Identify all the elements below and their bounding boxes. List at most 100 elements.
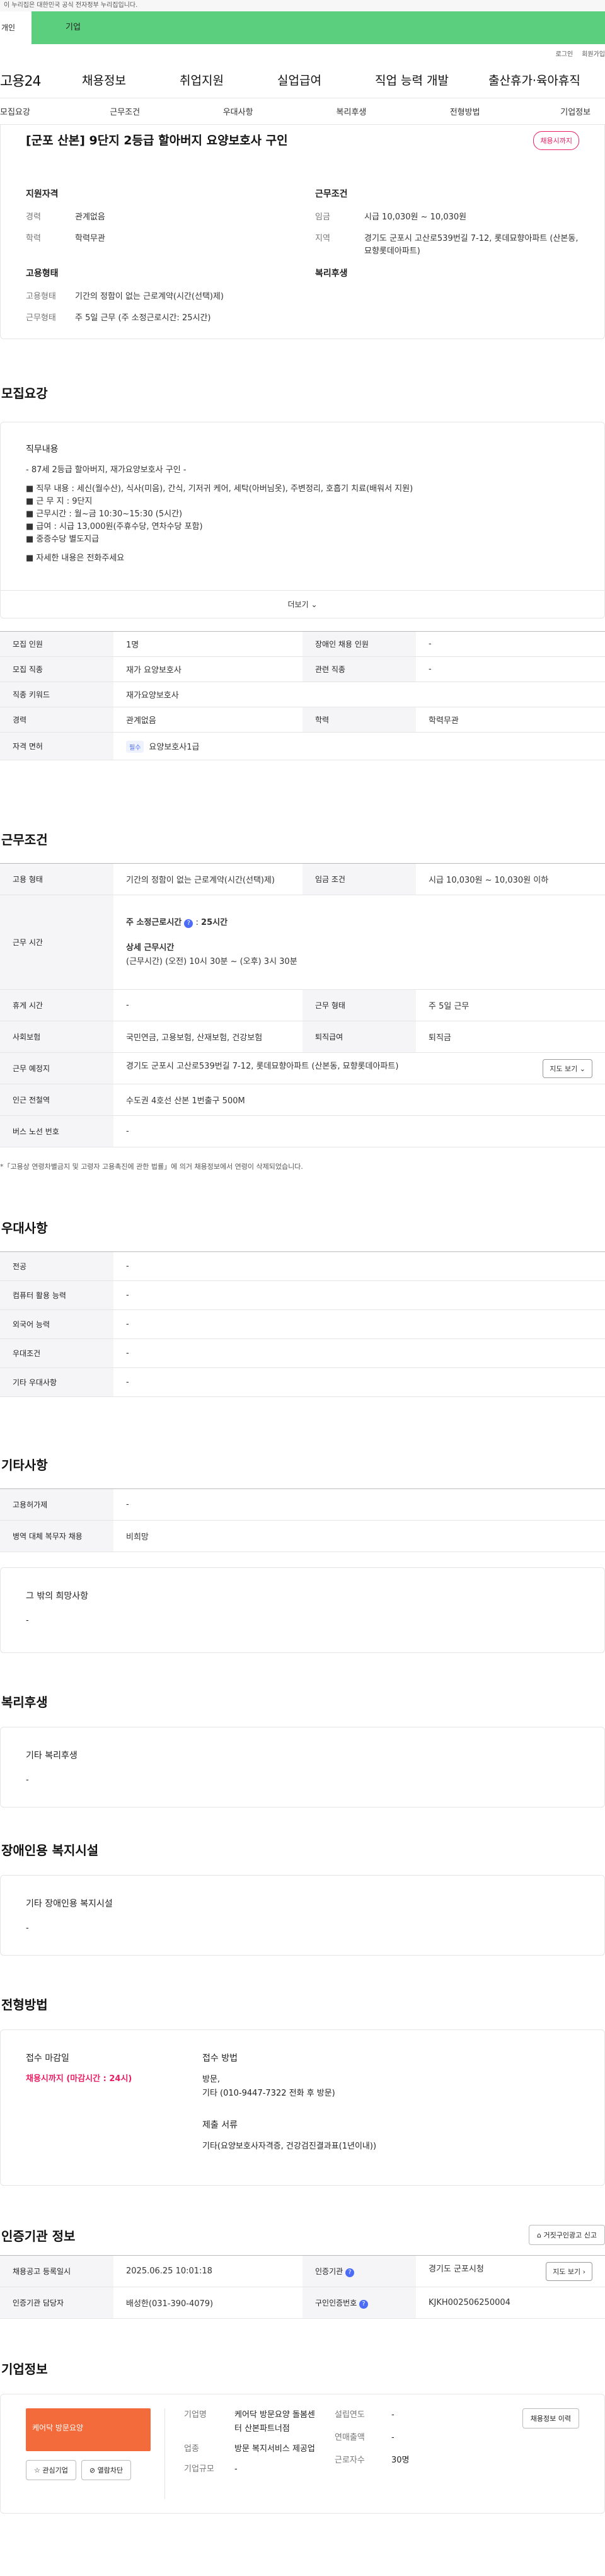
row-label: 병역 대체 복무자 채용	[0, 1520, 113, 1552]
gnb-item-employment-support[interactable]: 취업지원	[180, 71, 277, 88]
home-icon: ⌂	[537, 2231, 542, 2239]
info-icon[interactable]: ?	[359, 2299, 369, 2309]
docs-value: 기타(요양보호사자격증, 건강검진결과표(1년이내))	[202, 2142, 377, 2151]
subnav-conditions[interactable]: 근무조건	[100, 105, 200, 117]
row-value: 수도권 4호선 산본 1번출구 500M	[113, 1084, 605, 1116]
etc-table: 고용허가제 - 병역 대체 복무자 채용 비희망	[0, 1488, 605, 1552]
table-row: 외국어 능력 -	[0, 1309, 605, 1339]
license-value: 요양보호사1급	[149, 742, 200, 752]
welfare-value: -	[26, 1775, 29, 1785]
map-button[interactable]: 지도 보기 ⌄	[543, 1059, 592, 1078]
detail-line: - 87세 2등급 할아버지, 재가요양보호사 구인 -	[26, 465, 187, 475]
status-badge: 채용시까지	[533, 131, 579, 150]
row-label: 임금 조건	[302, 863, 416, 895]
report-button[interactable]: ⌂ 거짓구인광고 신고	[529, 2225, 605, 2245]
row-value: 재가 요양보호사	[113, 656, 302, 682]
qualification-heading: 지원자격	[26, 189, 59, 199]
founded-value: -	[391, 2410, 395, 2420]
founded-label: 설립연도	[335, 2410, 365, 2420]
row-label: 직종 키워드	[0, 682, 113, 707]
table-row: 자격 면허 필수 요양보호사1급	[0, 732, 605, 760]
gnb-item-unemployment[interactable]: 실업급여	[277, 71, 375, 88]
map-button-label: 지도 보기	[550, 1064, 578, 1073]
detail-line: ■ 급여 : 시급 13,000원(주휴수당, 연차수당 포함)	[26, 522, 203, 531]
row-label: 기타 우대사항	[0, 1367, 113, 1397]
favorite-button[interactable]: ☆ 관심기업	[26, 2460, 76, 2480]
gnb-item-jobs[interactable]: 채용정보	[82, 71, 180, 88]
job-summary-card: [군포 산본] 9단지 2등급 할아버지 요양보호사 구인 채용시까지 지원자격…	[0, 125, 605, 339]
row-value: -	[113, 1115, 605, 1147]
industry-label: 업종	[184, 2444, 199, 2454]
table-row: 근무 시간 주 소정근로시간 ? : 25시간 상세 근무시간 (근무시간) (…	[0, 895, 605, 990]
login-link[interactable]: 로그인	[556, 49, 573, 58]
row-value: 국민연금, 고용보험, 산재보험, 건강보험	[113, 1021, 302, 1053]
row-value: -	[416, 631, 605, 657]
method-value-2: 기타 (010-9447-7322 전화 후 방문)	[202, 2089, 335, 2098]
pref-table: 전공 - 컴퓨터 활용 능력 - 외국어 능력 - 우대조건 - 기타 우대사항 -	[0, 1251, 605, 1397]
more-button[interactable]: 더보기 ⌄	[1, 590, 604, 618]
row-value: -	[416, 656, 605, 682]
tab-company[interactable]: 기업	[32, 11, 605, 44]
subnav-preference[interactable]: 우대사항	[201, 105, 302, 117]
detail-hours-value: (근무시간) (오전) 10시 30분 ~ (오후) 3시 30분	[126, 956, 297, 966]
row-value: 재가요양보호사	[113, 682, 605, 707]
table-row: 모집 직종 재가 요양보호사 관련 직종 -	[0, 656, 605, 682]
row-label: 퇴직급여	[302, 1021, 416, 1053]
info-icon[interactable]: ?	[184, 919, 193, 928]
subnav-recruit[interactable]: 모집요강	[0, 105, 100, 117]
map-button[interactable]: 지도 보기 ›	[546, 2261, 592, 2281]
age-notice: *「고용상 연령차별금지 및 고령자 고용촉진에 관한 법률」에 의거 채용정보…	[0, 1163, 303, 1171]
join-link[interactable]: 회원가입	[582, 49, 605, 58]
job-detail-box: 직무내용 - 87세 2등급 할아버지, 재가요양보호사 구인 - ■ 직무 내…	[0, 422, 605, 618]
table-row: 기타 우대사항 -	[0, 1367, 605, 1397]
deadline-heading: 접수 마감일	[26, 2053, 69, 2063]
global-nav: 고용24 채용정보 취업지원 실업급여 직업 능력 개발 출산휴가·육아휴직	[0, 62, 605, 98]
gnb-item-leave[interactable]: 출산휴가·육아휴직	[488, 71, 586, 88]
subnav-welfare[interactable]: 복리후생	[302, 105, 403, 117]
wage-value: 시급 10,030원 ~ 10,030원	[364, 212, 467, 222]
disabled-heading: 기타 장애인용 복지시설	[26, 1899, 113, 1909]
subnav-company[interactable]: 기업정보	[504, 105, 605, 117]
table-row: 버스 노선 번호 -	[0, 1115, 605, 1147]
table-row: 근무 예정지 경기도 군포시 고산로539번길 7-12, 롯데묘향아파트 (산…	[0, 1052, 605, 1084]
work-form-value: 주 5일 근무 (주 소정근로시간: 25시간)	[75, 313, 211, 323]
row-label: 모집 인원	[0, 631, 113, 657]
tab-personal[interactable]: 개인	[0, 11, 32, 44]
company-size-value: -	[234, 2464, 238, 2474]
method-value-1: 방문,	[202, 2075, 221, 2084]
table-row: 우대조건 -	[0, 1338, 605, 1368]
row-value: -	[113, 1338, 605, 1368]
detail-hours-label: 상세 근무시간	[126, 943, 175, 953]
condition-heading: 근무조건	[315, 189, 348, 199]
row-value: 2025.06.25 10:01:18	[113, 2255, 302, 2287]
cert-table: 채용공고 등록일시 2025.06.25 10:01:18 인증기관 ? 경기도…	[0, 2255, 605, 2319]
gnb-item-training[interactable]: 직업 능력 개발	[375, 71, 488, 88]
chevron-down-icon: ⌄	[579, 1064, 585, 1073]
row-label: 전공	[0, 1251, 113, 1281]
education-label: 학력	[26, 234, 41, 243]
table-row: 모집 인원 1명 장애인 채용 인원 -	[0, 631, 605, 657]
row-value: 시급 10,030원 ~ 10,030원 이하	[416, 863, 605, 895]
employees-label: 근로자수	[335, 2456, 365, 2465]
table-row: 인근 전철역 수도권 4호선 산본 1번출구 500M	[0, 1084, 605, 1116]
table-row: 인증기관 담당자 배성한(031-390-4079) 구인인증번호 ? KJKH…	[0, 2287, 605, 2319]
method-heading: 접수 방법	[202, 2053, 238, 2063]
row-label: 관련 직종	[302, 656, 416, 682]
table-row: 휴게 시간 - 근무 형태 주 5일 근무	[0, 989, 605, 1021]
table-row: 직종 키워드 재가요양보호사	[0, 682, 605, 707]
logo[interactable]: 고용24	[0, 70, 82, 90]
selection-box: 접수 마감일 채용시까지 (마감시간 : 24시) 접수 방법 방문, 기타 (…	[0, 2029, 605, 2186]
deadline-value: 채용시까지 (마감시간 : 24시)	[26, 2074, 132, 2084]
company-card: 케어닥 방문요양 ☆ 관심기업 ⊘ 열람차단 기업명 케어닥 방문요양 돌봄센터 …	[0, 2394, 605, 2514]
subnav-selection[interactable]: 전형방법	[403, 105, 504, 117]
block-button[interactable]: ⊘ 열람차단	[81, 2460, 132, 2480]
history-button[interactable]: 채용정보 이력	[522, 2408, 579, 2428]
disabled-value: -	[26, 1923, 29, 1933]
info-icon[interactable]: ?	[345, 2268, 354, 2277]
employees-value: 30명	[391, 2456, 410, 2465]
detail-line: ■ 중증수당 별도지급	[26, 535, 100, 544]
star-icon: ☆	[34, 2466, 40, 2474]
disabled-title: 장애인용 복지시설	[1, 1843, 99, 1858]
row-label: 인증기관	[315, 2266, 343, 2276]
table-row: 채용공고 등록일시 2025.06.25 10:01:18 인증기관 ? 경기도…	[0, 2255, 605, 2287]
